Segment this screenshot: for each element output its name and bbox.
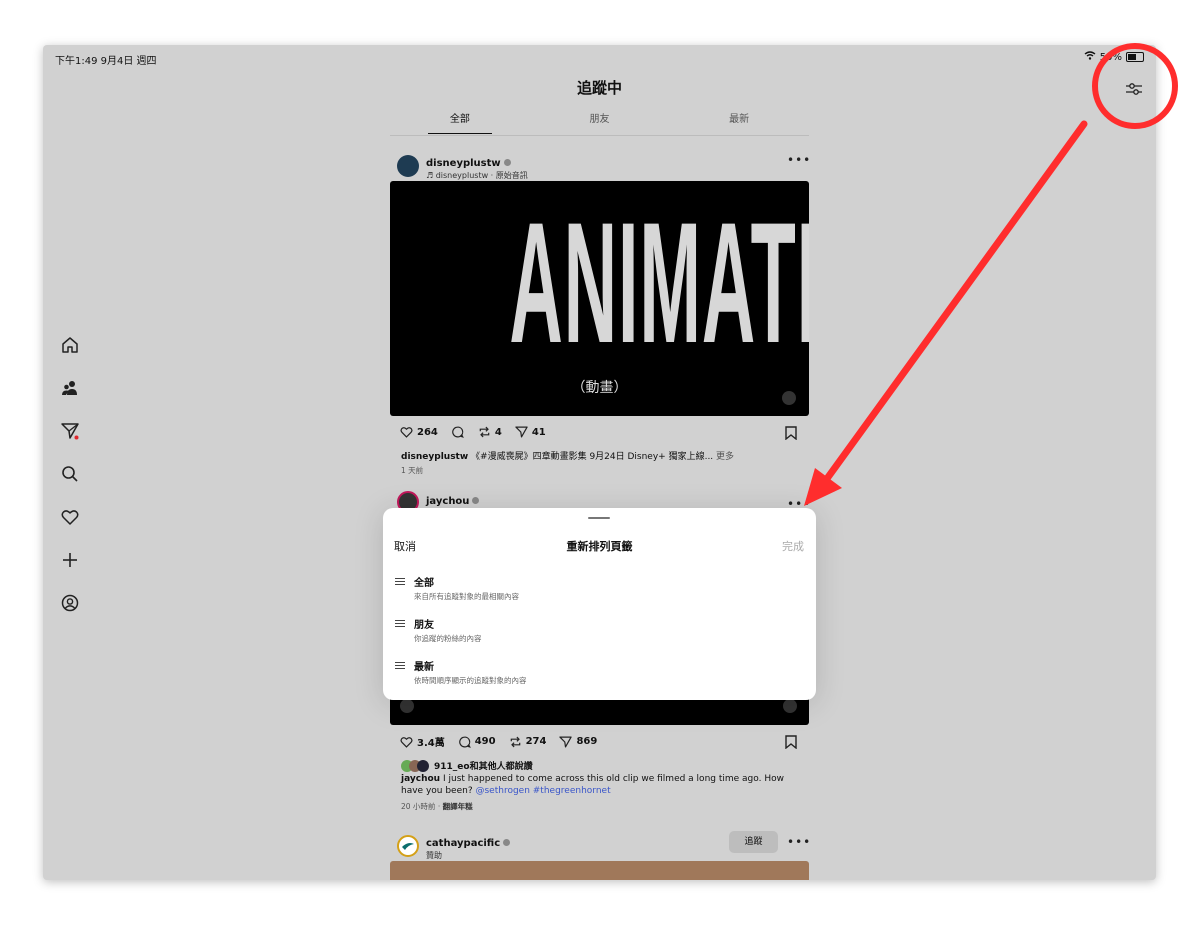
annotation-arrow-head [804, 468, 842, 506]
highlight-circle [1092, 43, 1178, 129]
annotation-arrow-line [822, 120, 1088, 484]
annotation-overlay [804, 43, 1178, 506]
